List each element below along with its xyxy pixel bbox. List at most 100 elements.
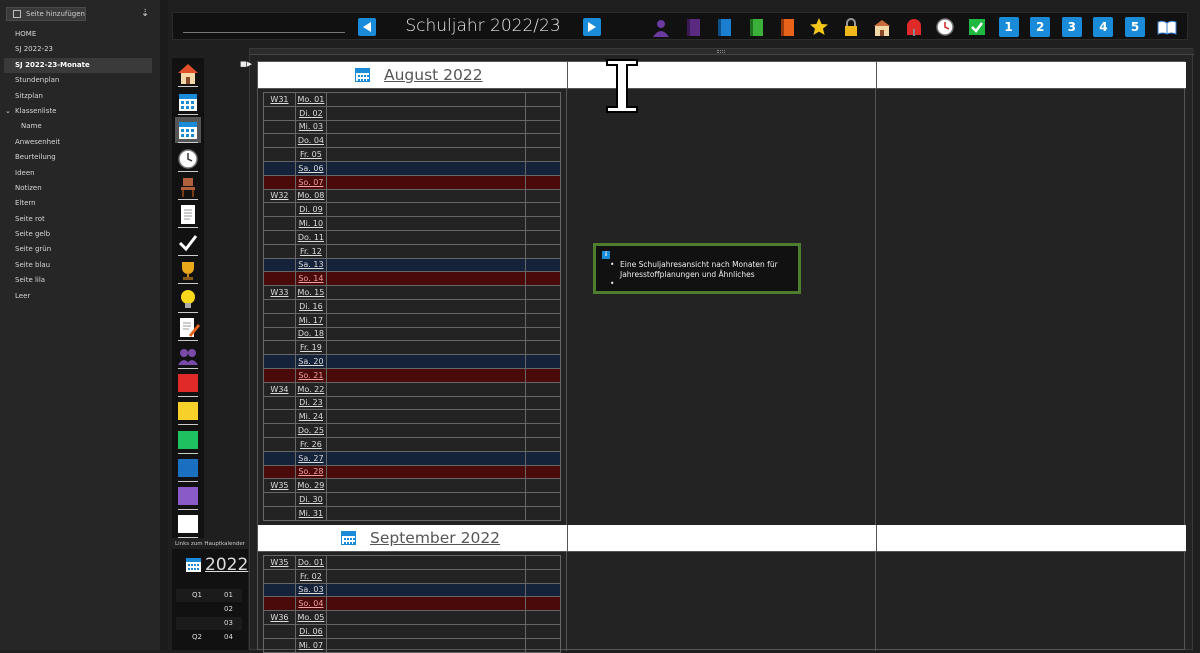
entry-cell[interactable]	[525, 216, 561, 231]
month-title[interactable]: September 2022	[370, 525, 500, 552]
entry-cell[interactable]	[325, 568, 527, 584]
day-link[interactable]: Di. 23	[294, 395, 327, 411]
entry-cell[interactable]	[325, 312, 527, 328]
day-link[interactable]: Mo. 15	[294, 285, 327, 300]
entry-cell[interactable]	[525, 354, 561, 369]
day-link[interactable]: Sa. 13	[294, 257, 327, 273]
day-link[interactable]: Do. 18	[294, 326, 327, 342]
entry-cell[interactable]	[325, 160, 527, 176]
entry-cell[interactable]	[325, 326, 527, 342]
day-link[interactable]: Di. 09	[294, 202, 327, 218]
week-number[interactable]	[263, 105, 296, 121]
sidebar-item-home[interactable]: HOME	[0, 27, 160, 42]
entry-cell[interactable]	[525, 610, 561, 625]
week-number[interactable]	[263, 596, 296, 612]
entry-cell[interactable]	[525, 492, 561, 507]
week-number[interactable]: W32	[263, 188, 296, 204]
day-link[interactable]: Mi. 10	[294, 216, 327, 231]
purple-square-icon[interactable]	[175, 484, 201, 510]
entry-cell[interactable]	[525, 257, 561, 273]
entry-cell[interactable]	[325, 492, 527, 507]
month-link[interactable]: 03	[224, 619, 233, 627]
week-number[interactable]	[263, 354, 296, 369]
week-number[interactable]	[263, 160, 296, 176]
entry-cell[interactable]	[525, 381, 561, 397]
week-number[interactable]	[263, 147, 296, 162]
entry-cell[interactable]	[325, 450, 527, 466]
calendar-icon[interactable]	[175, 89, 201, 116]
sidebar-item-anwesenheit[interactable]: Anwesenheit	[0, 135, 160, 150]
entry-cell[interactable]	[525, 229, 561, 245]
day-link[interactable]: Do. 01	[294, 555, 327, 570]
entry-cell[interactable]	[525, 464, 561, 480]
sidebar-item-leer[interactable]: Leer	[0, 289, 160, 304]
sidebar-item-sj-2022-23-monate[interactable]: SJ 2022-23-Monate	[4, 57, 152, 74]
day-link[interactable]: Fr. 19	[294, 340, 327, 356]
day-link[interactable]: So. 07	[294, 174, 327, 190]
week-number[interactable]	[263, 340, 296, 356]
day-link[interactable]: Mo. 08	[294, 188, 327, 204]
quarter-link[interactable]: Q2	[192, 633, 202, 641]
day-link[interactable]: Fr. 26	[294, 436, 327, 452]
calendar-icon[interactable]	[175, 117, 201, 144]
day-link[interactable]: Sa. 06	[294, 160, 327, 176]
entry-cell[interactable]	[525, 133, 561, 149]
entry-cell[interactable]	[325, 92, 527, 107]
entry-cell[interactable]	[525, 450, 561, 466]
entry-cell[interactable]	[525, 568, 561, 584]
entry-cell[interactable]	[325, 395, 527, 411]
day-link[interactable]: Mi. 03	[294, 119, 327, 135]
chevron-down-icon[interactable]: ⌄	[5, 104, 11, 119]
clock-icon[interactable]	[175, 146, 201, 172]
sidebar-item-eltern[interactable]: Eltern	[0, 196, 160, 211]
entry-cell[interactable]	[325, 285, 527, 300]
day-link[interactable]: Di. 30	[294, 492, 327, 507]
previous-year-button[interactable]	[358, 18, 376, 36]
entry-cell[interactable]	[525, 623, 561, 639]
week-number[interactable]	[263, 505, 296, 521]
next-year-button[interactable]	[583, 18, 601, 36]
day-link[interactable]: Mi. 17	[294, 312, 327, 328]
sidebar-item-seite-rot[interactable]: Seite rot	[0, 212, 160, 227]
entry-cell[interactable]	[325, 436, 527, 452]
day-link[interactable]: Do. 04	[294, 133, 327, 149]
add-page-button[interactable]: Seite hinzufügen	[6, 7, 86, 21]
week-number[interactable]	[263, 492, 296, 507]
week-number[interactable]	[263, 229, 296, 245]
entry-cell[interactable]	[325, 229, 527, 245]
week-number[interactable]	[263, 637, 296, 653]
entry-cell[interactable]	[525, 409, 561, 425]
week-number[interactable]	[263, 436, 296, 452]
entry-cell[interactable]	[325, 464, 527, 480]
sidebar-item-notizen[interactable]: Notizen	[0, 181, 160, 196]
day-link[interactable]: Do. 25	[294, 423, 327, 438]
day-link[interactable]: Di. 06	[294, 623, 327, 639]
entry-cell[interactable]	[525, 285, 561, 300]
checkmark-icon[interactable]	[967, 17, 987, 37]
red-square-icon[interactable]	[175, 371, 201, 398]
sidebar-item-sitzplan[interactable]: Sitzplan	[0, 89, 160, 104]
entry-cell[interactable]	[325, 409, 527, 425]
entry-cell[interactable]	[525, 637, 561, 653]
entry-cell[interactable]	[525, 505, 561, 521]
number-4-icon[interactable]: 4	[1093, 17, 1114, 37]
entry-cell[interactable]	[525, 202, 561, 218]
week-number[interactable]	[263, 464, 296, 480]
sort-icon[interactable]: ⇣	[141, 8, 153, 20]
blue-square-icon[interactable]	[175, 456, 201, 482]
day-link[interactable]: So. 14	[294, 271, 327, 287]
entry-cell[interactable]	[325, 119, 527, 135]
sidebar-item-beurteilung[interactable]: Beurteilung	[0, 150, 160, 165]
day-link[interactable]: Sa. 27	[294, 450, 327, 466]
green-square-icon[interactable]	[175, 428, 201, 454]
sidebar-item-sj-2022-23[interactable]: SJ 2022-23	[0, 42, 160, 57]
entry-cell[interactable]	[325, 381, 527, 397]
entry-cell[interactable]	[525, 367, 561, 383]
week-number[interactable]	[263, 450, 296, 466]
entry-cell[interactable]	[325, 582, 527, 598]
entry-cell[interactable]	[525, 340, 561, 356]
mini-calendar-row[interactable]: 02	[176, 603, 242, 616]
drag-handle[interactable]	[717, 50, 725, 53]
sidebar-divider[interactable]	[160, 0, 168, 650]
month-link[interactable]: 04	[224, 633, 233, 641]
